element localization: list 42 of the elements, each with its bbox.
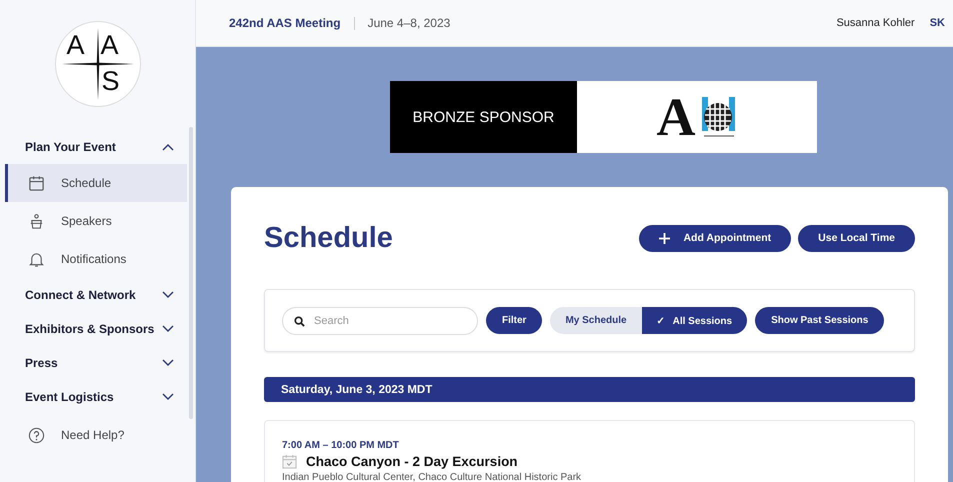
nav-item[interactable]: Notifications xyxy=(5,240,187,278)
session-title: Chaco Canyon - 2 Day Excursion xyxy=(306,454,518,469)
sponsor-label: BRONZE SPONSOR xyxy=(412,108,554,126)
session-card[interactable]: 7:00 AM – 10:00 PM MDT Chaco Canyon - 2 Day Excursion Indian Pueblo Cultural Center, Chaco Culture National Historic Park xyxy=(264,420,915,482)
nav-section[interactable]: Event Logistics xyxy=(5,380,187,414)
help-link[interactable]: Need Help? xyxy=(5,416,187,454)
nav-item[interactable]: Schedule xyxy=(5,164,187,202)
view-toggle[interactable]: ✓ All Sessions xyxy=(642,307,748,334)
nav-section[interactable]: Plan Your Event xyxy=(5,130,187,164)
user-name: Susanna Kohler xyxy=(836,17,915,29)
plus-icon xyxy=(659,232,670,244)
search-field[interactable]: Search xyxy=(282,306,478,334)
page-title: Schedule xyxy=(264,222,393,254)
nav-section[interactable]: Press xyxy=(5,346,187,380)
chevron-up-icon xyxy=(162,143,174,151)
logo-letter: S xyxy=(102,68,120,95)
calendar-check-icon[interactable] xyxy=(282,454,297,469)
add-appointment-button[interactable]: Add Appointment xyxy=(639,224,792,252)
event-dates: June 4–8, 2023 xyxy=(368,16,450,30)
view-toggle[interactable]: My Schedule xyxy=(550,307,642,334)
podium-icon xyxy=(28,212,45,230)
chevron-down-icon xyxy=(162,291,174,299)
bell-icon xyxy=(28,250,45,268)
nav-item[interactable]: Speakers xyxy=(5,202,187,240)
nav-section[interactable]: Connect & Network xyxy=(5,278,187,312)
past-sessions-button[interactable]: Show Past Sessions xyxy=(755,307,884,334)
logo-letter: A xyxy=(66,32,85,59)
sponsor-logo-letter: A xyxy=(656,90,696,144)
nav-section[interactable]: Exhibitors & Sponsors xyxy=(5,312,187,346)
filter-button[interactable]: Filter xyxy=(486,307,542,334)
chevron-down-icon xyxy=(162,393,174,401)
calendar-icon xyxy=(28,174,45,192)
help-icon xyxy=(28,426,45,444)
day-header: Saturday, June 3, 2023 MDT xyxy=(264,377,915,402)
session-location: Indian Pueblo Cultural Center, Chaco Culture National Historic Park xyxy=(282,472,582,482)
chevron-down-icon xyxy=(162,359,174,367)
session-time: 7:00 AM – 10:00 PM MDT xyxy=(282,440,400,451)
action-button[interactable]: Use Local Time xyxy=(798,224,915,252)
chevron-down-icon xyxy=(162,325,174,333)
logo-letter: A xyxy=(100,32,119,59)
user-avatar[interactable]: SK xyxy=(930,17,945,29)
event-title: 242nd AAS Meeting xyxy=(229,16,341,30)
